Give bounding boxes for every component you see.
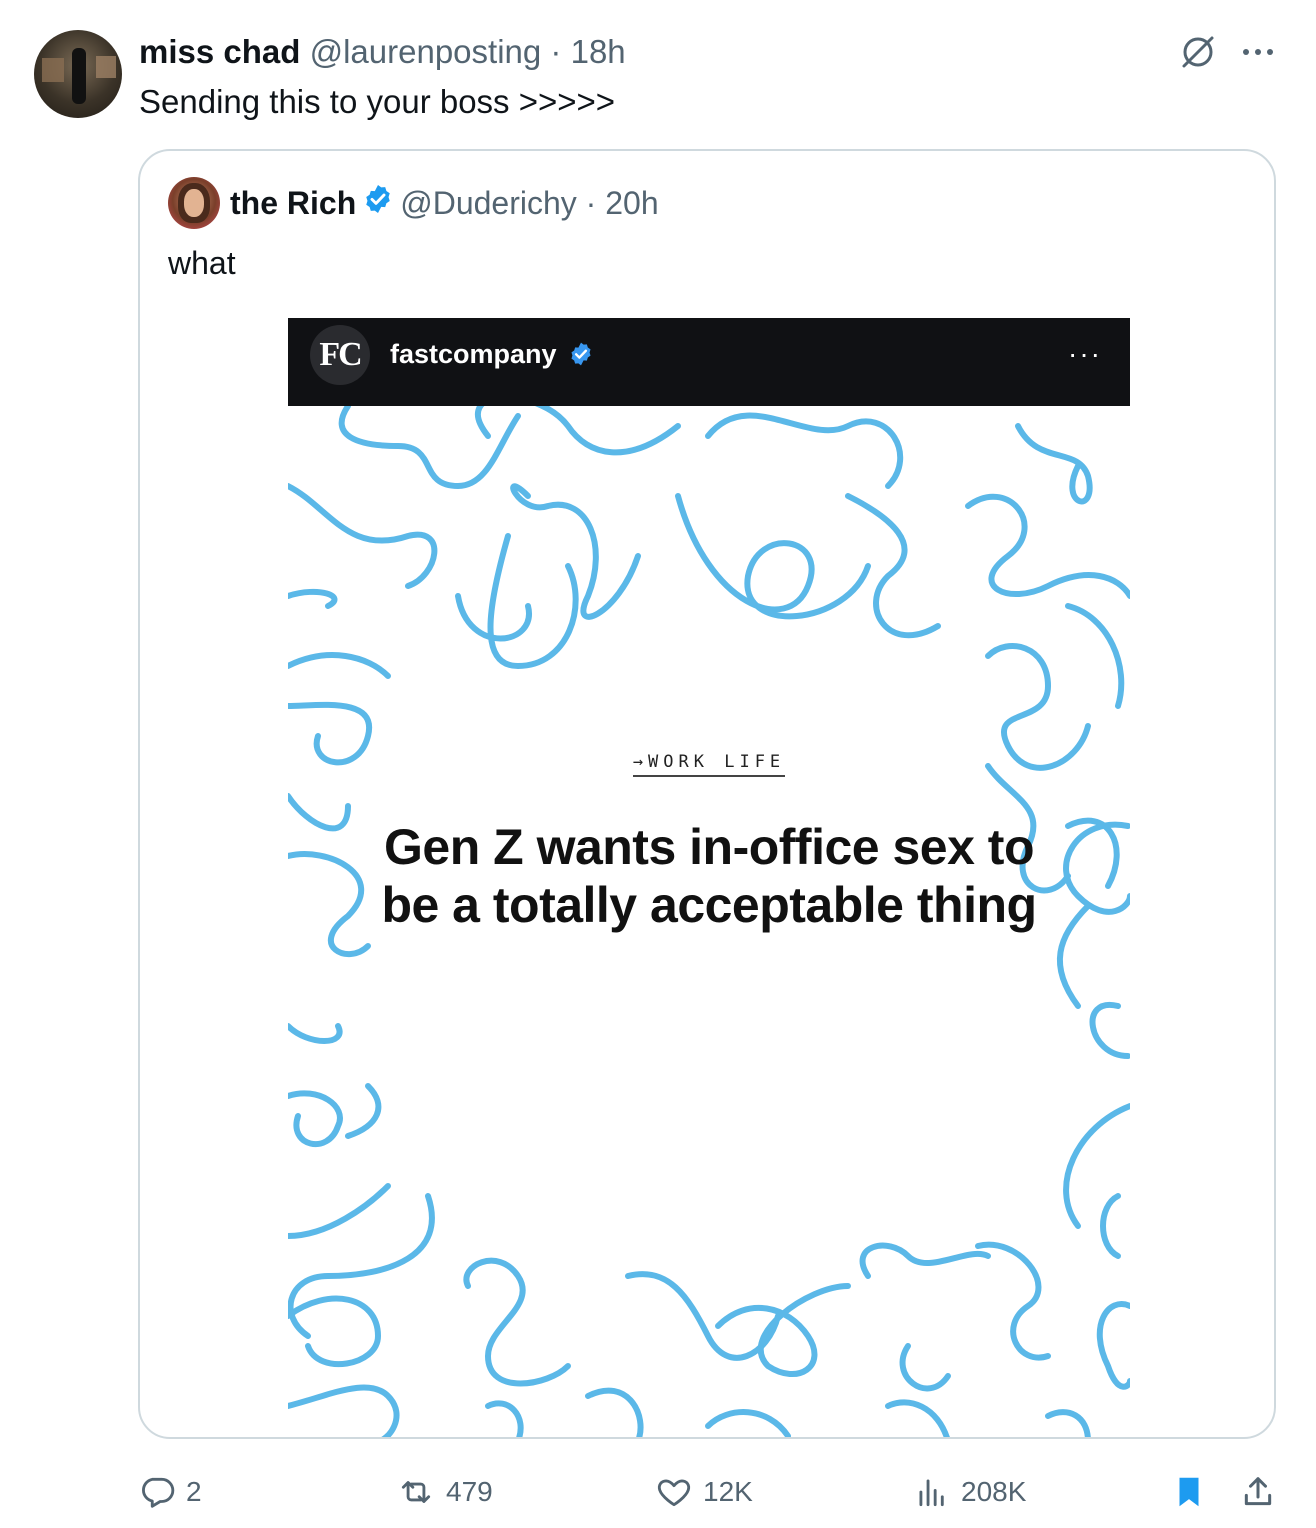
avatar-figure	[72, 48, 86, 104]
article-headline: Gen Z wants in-office sex to be a totall…	[381, 819, 1037, 933]
avatar-face	[184, 189, 204, 217]
more-options-icon[interactable]	[1236, 30, 1280, 74]
like-count: 12K	[703, 1476, 753, 1507]
instagram-header-bar: FC fastcompany ···	[288, 318, 1130, 406]
handle[interactable]: @laurenposting	[310, 33, 542, 70]
more-options-icon: ···	[1068, 338, 1102, 369]
quoted-tweet[interactable]: the Rich @Duderichy · 20h what FC fastcom…	[138, 149, 1276, 1439]
avatar-background-sign	[42, 58, 64, 82]
timestamp[interactable]: 18h	[571, 33, 626, 70]
quoted-tweet-header: the Rich @Duderichy · 20h	[230, 181, 659, 230]
avatar[interactable]	[34, 30, 122, 118]
analytics-icon	[919, 1479, 944, 1507]
fastcompany-logo: FC	[310, 325, 370, 385]
share-button[interactable]	[1238, 1462, 1288, 1522]
separator: ·	[550, 33, 562, 70]
quoted-timestamp[interactable]: 20h	[605, 185, 658, 221]
like-button[interactable]: 12K	[655, 1462, 753, 1522]
bookmark-button[interactable]	[1170, 1462, 1218, 1522]
avatar-background-sign	[96, 56, 116, 78]
quoted-display-name[interactable]: the Rich	[230, 185, 356, 221]
verified-badge-icon	[571, 343, 591, 366]
quoted-handle[interactable]: @Duderichy	[400, 185, 577, 221]
repost-count: 479	[446, 1476, 493, 1507]
grok-icon[interactable]	[1176, 30, 1220, 74]
tweet-header: miss chad @laurenposting · 18h	[139, 30, 626, 74]
verified-badge-icon	[362, 182, 394, 226]
action-bar: 2 479 12K 208K	[0, 1462, 1316, 1522]
views-button[interactable]: 208K	[913, 1462, 1026, 1522]
quoted-avatar[interactable]	[168, 177, 220, 229]
separator: ·	[585, 185, 597, 221]
reply-count: 2	[186, 1476, 202, 1507]
views-count: 208K	[961, 1476, 1027, 1507]
tweet-text: Sending this to your boss >>>>>	[139, 83, 616, 120]
reply-button[interactable]: 2	[138, 1462, 202, 1522]
quoted-tweet-text: what	[168, 245, 236, 281]
section-kicker: →WORK LIFE	[288, 752, 1130, 777]
display-name[interactable]: miss chad	[139, 33, 300, 70]
repost-button[interactable]: 479	[396, 1462, 493, 1522]
bookmark-icon	[1179, 1477, 1199, 1507]
account-name: fastcompany	[390, 336, 594, 372]
repost-icon	[401, 1481, 431, 1503]
heart-icon	[657, 1479, 691, 1507]
media-image[interactable]: FC fastcompany ··· →WORK LIFE Gen Z want…	[288, 318, 1130, 1437]
share-icon	[1244, 1477, 1272, 1506]
account-name-label: fastcompany	[390, 339, 557, 369]
reply-icon	[142, 1477, 175, 1508]
kicker-label: →WORK LIFE	[632, 752, 786, 777]
